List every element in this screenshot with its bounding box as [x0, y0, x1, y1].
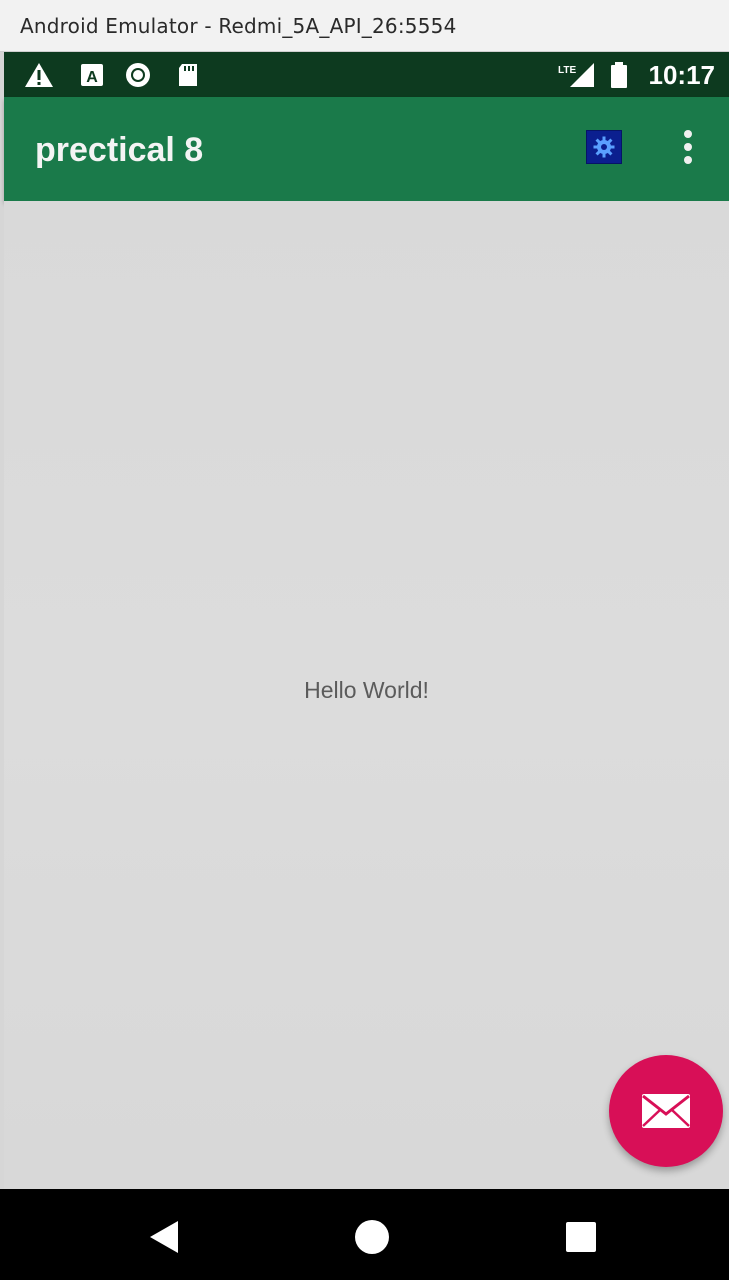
back-icon: [150, 1221, 178, 1253]
recents-button[interactable]: [561, 1217, 601, 1257]
recents-icon: [566, 1222, 596, 1252]
emulator-title: Android Emulator - Redmi_5A_API_26:5554: [20, 14, 457, 38]
svg-text:LTE: LTE: [558, 65, 576, 76]
status-time: 10:17: [648, 60, 716, 90]
app-bar: prectical 8: [4, 97, 729, 201]
mail-icon: [642, 1094, 690, 1128]
overflow-menu-dot: [684, 156, 692, 164]
svg-text:A: A: [86, 69, 98, 86]
home-icon: [355, 1220, 389, 1254]
overflow-menu-button[interactable]: [672, 125, 704, 169]
emulator-title-bar: Android Emulator - Redmi_5A_API_26:5554: [0, 0, 729, 52]
circle-notification-icon: [124, 61, 152, 89]
warning-icon: [24, 61, 53, 89]
hello-text: Hello World!: [304, 677, 429, 703]
lte-signal-icon: LTE: [556, 61, 596, 89]
navigation-bar: [0, 1189, 729, 1280]
home-button[interactable]: [352, 1217, 392, 1257]
sd-card-icon: [174, 61, 202, 89]
settings-icon: [593, 136, 615, 158]
emulator-screen: Android Emulator - Redmi_5A_API_26:5554 …: [0, 0, 729, 1280]
battery-icon: [608, 61, 630, 89]
overflow-menu-icon: [684, 130, 692, 138]
settings-button[interactable]: [586, 130, 622, 164]
status-bar: A LTE 10:17: [4, 52, 729, 97]
main-content: Hello World!: [4, 201, 729, 1189]
a-notification-icon: A: [78, 61, 106, 89]
mail-fab-button[interactable]: [609, 1055, 723, 1167]
overflow-menu-dot: [684, 143, 692, 151]
back-button[interactable]: [144, 1217, 184, 1257]
app-title: prectical 8: [35, 131, 204, 169]
